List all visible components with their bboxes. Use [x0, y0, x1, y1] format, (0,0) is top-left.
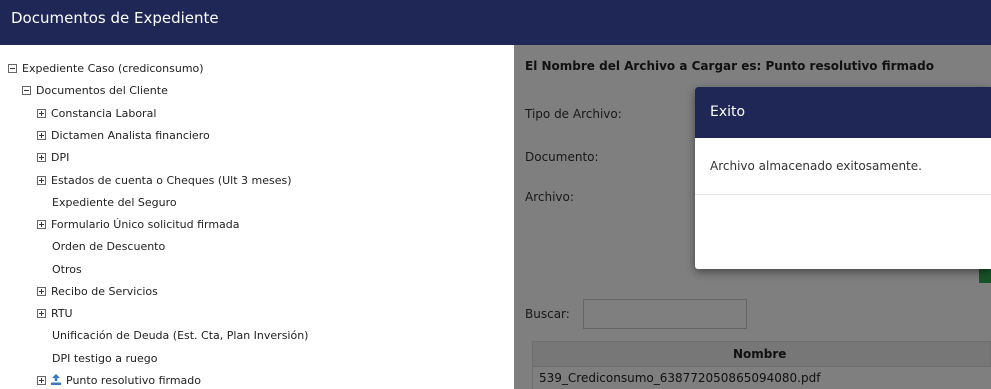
tree-item[interactable]: RTU — [37, 307, 73, 321]
tree-item-label: Unificación de Deuda (Est. Cta, Plan Inv… — [52, 329, 309, 342]
tree-item[interactable]: DPI testigo a ruego — [52, 352, 157, 366]
expand-icon[interactable] — [37, 131, 46, 140]
tree-root[interactable]: Expediente Caso (crediconsumo) — [8, 62, 204, 76]
tree-item[interactable]: Formulario Único solicitud firmada — [37, 218, 240, 232]
tree-item[interactable]: Recibo de Servicios — [37, 285, 158, 299]
tree-root-label: Expediente Caso (crediconsumo) — [22, 62, 204, 75]
tree-item[interactable]: Expediente del Seguro — [52, 196, 177, 210]
tree-item-label: Dictamen Analista financiero — [51, 129, 210, 142]
upload-panel: El Nombre del Archivo a Cargar es: Punto… — [514, 45, 991, 389]
collapse-icon[interactable] — [22, 86, 31, 95]
tree-item-label: Recibo de Servicios — [51, 285, 158, 298]
upload-icon[interactable] — [51, 374, 61, 385]
tree-item-label: Otros — [52, 263, 82, 276]
tree-item-label: Expediente del Seguro — [52, 196, 177, 209]
tree-item[interactable]: Unificación de Deuda (Est. Cta, Plan Inv… — [52, 329, 308, 343]
expand-icon[interactable] — [37, 376, 46, 385]
modal-title: Exito — [710, 104, 746, 120]
tree-item-label: Formulario Único solicitud firmada — [51, 218, 240, 231]
tree-item[interactable]: Otros — [52, 263, 82, 277]
success-modal: Exito Archivo almacenado exitosamente. — [695, 87, 991, 269]
expand-icon[interactable] — [37, 109, 46, 118]
tree-item[interactable]: Dictamen Analista financiero — [37, 129, 210, 143]
tree-item-label: Estados de cuenta o Cheques (Ult 3 meses… — [51, 174, 292, 187]
expand-icon[interactable] — [37, 176, 46, 185]
tree-item-selected[interactable]: Punto resolutivo firmado — [37, 374, 201, 388]
modal-footer — [695, 195, 991, 269]
tree-group-documentos-cliente[interactable]: Documentos del Cliente — [22, 84, 168, 98]
tree-item-label: DPI testigo a ruego — [52, 352, 158, 365]
tree-item-label: Punto resolutivo firmado — [66, 374, 201, 387]
tree-item[interactable]: DPI — [37, 151, 69, 165]
tree-item-label: Orden de Descuento — [52, 240, 166, 253]
modal-message: Archivo almacenado exitosamente. — [710, 159, 922, 173]
modal-header: Exito — [695, 87, 991, 138]
expand-icon[interactable] — [37, 287, 46, 296]
collapse-icon[interactable] — [8, 64, 17, 73]
tree-item-label: Constancia Laboral — [51, 107, 157, 120]
expand-icon[interactable] — [37, 309, 46, 318]
expand-icon[interactable] — [37, 153, 46, 162]
tree-item-label: DPI — [51, 151, 70, 164]
expand-icon[interactable] — [37, 220, 46, 229]
tree-item[interactable]: Constancia Laboral — [37, 107, 156, 121]
tree-item[interactable]: Estados de cuenta o Cheques (Ult 3 meses… — [37, 174, 292, 188]
tree-item[interactable]: Orden de Descuento — [52, 240, 165, 254]
page-header: Documentos de Expediente — [0, 0, 991, 45]
tree-item-label: RTU — [51, 307, 73, 320]
tree-group-label: Documentos del Cliente — [36, 84, 168, 97]
modal-body: Archivo almacenado exitosamente. — [695, 138, 991, 195]
page-title: Documentos de Expediente — [11, 9, 219, 27]
